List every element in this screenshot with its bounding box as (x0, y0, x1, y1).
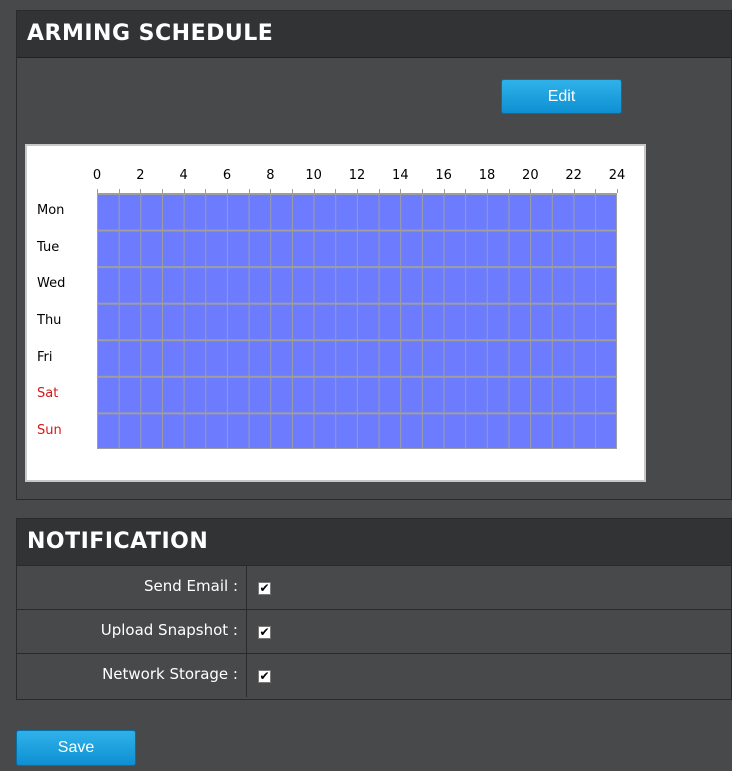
day-label-thu: Thu (37, 313, 62, 328)
notification-panel: NOTIFICATION Send Email : ✔ Upload Snapsho… (16, 518, 732, 700)
notification-title: NOTIFICATION (17, 519, 731, 566)
day-label-tue: Tue (37, 239, 60, 255)
hour-label: 24 (608, 168, 626, 183)
hour-tick (617, 189, 618, 193)
hour-label: 6 (222, 168, 232, 183)
day-label-sat: Sat (37, 386, 59, 402)
notification-row-label: Upload Snapshot : (17, 610, 247, 653)
notification-row-label: Network Storage : (17, 654, 247, 697)
arming-schedule-panel: ARMING SCHEDULE Edit 0 2 4 6 8 10 12 14 16 18 20 22… (16, 10, 732, 500)
notification-row: Upload Snapshot : ✔ (17, 609, 731, 653)
hour-label: 20 (522, 168, 539, 183)
day-label-wed: Wed (37, 276, 66, 292)
checkbox[interactable]: ✔ (258, 670, 271, 683)
hour-label: 4 (179, 168, 188, 183)
notification-row-label: Send Email : (17, 566, 247, 609)
day-label-mon: Mon (37, 203, 65, 219)
save-button[interactable]: Save (16, 730, 136, 766)
checkbox[interactable]: ✔ (258, 582, 271, 595)
hour-label: 18 (478, 168, 496, 183)
hour-label: 12 (348, 168, 366, 183)
schedule-grid[interactable] (97, 193, 617, 449)
day-label-fri: Fri (37, 349, 53, 365)
checkbox[interactable]: ✔ (258, 626, 271, 639)
notification-row: Send Email : ✔ (17, 565, 731, 609)
hour-label: 8 (266, 168, 275, 183)
hour-label: 10 (305, 168, 322, 183)
notification-row: Network Storage : ✔ (17, 653, 731, 697)
hour-label: 14 (392, 168, 409, 183)
schedule-chart: 0 2 4 6 8 10 12 14 16 18 20 22 24 Mon Tue Wed Thu Fri Sat… (25, 144, 646, 482)
hour-label: 2 (136, 168, 145, 183)
hour-label: 16 (435, 168, 452, 183)
hour-label: 22 (565, 168, 582, 183)
edit-button[interactable]: Edit (501, 79, 622, 114)
day-label-sun: Sun (37, 422, 62, 438)
arming-schedule-title: ARMING SCHEDULE (17, 11, 731, 58)
hour-label: 0 (92, 168, 102, 183)
